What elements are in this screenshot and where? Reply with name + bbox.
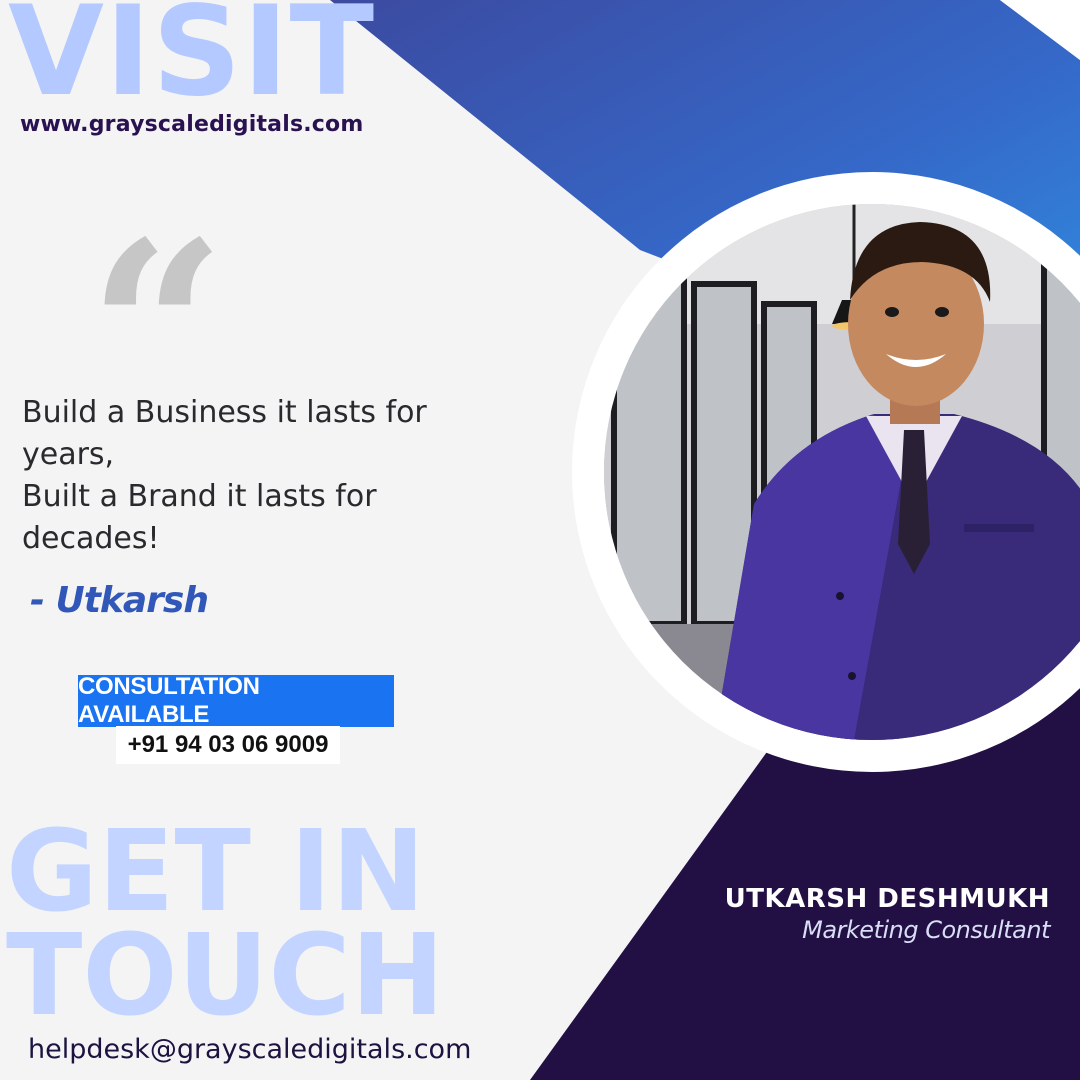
- quote-line: decades!: [22, 521, 160, 556]
- quote-author: - Utkarsh: [30, 580, 209, 621]
- person-info: UTKARSH DESHMUKH Marketing Consultant: [724, 884, 1051, 944]
- email-link[interactable]: helpdesk@grayscaledigitals.com: [28, 1034, 471, 1065]
- cta-line: GET IN: [6, 807, 426, 937]
- quote-line: years,: [22, 437, 115, 472]
- person-illustration: [604, 204, 1080, 740]
- visit-headline: VISIT: [8, 0, 376, 124]
- poster: VISIT www.grayscaledigitals.com “ Build …: [0, 0, 1080, 1080]
- quote-line: Built a Brand it lasts for: [22, 479, 377, 514]
- quote-text: Build a Business it lasts for years, Bui…: [22, 392, 522, 560]
- profile-photo: [604, 204, 1080, 740]
- phone-number[interactable]: +91 94 03 06 9009: [116, 726, 340, 764]
- consultation-badge[interactable]: CONSULTATION AVAILABLE: [78, 673, 394, 728]
- person-title: Marketing Consultant: [802, 916, 1050, 944]
- get-in-touch-headline: GET IN TOUCH: [6, 807, 445, 1041]
- person-name: UTKARSH DESHMUKH: [724, 884, 1050, 914]
- website-link[interactable]: www.grayscaledigitals.com: [20, 112, 364, 137]
- cta-line: TOUCH: [6, 911, 445, 1041]
- quote-line: Build a Business it lasts for: [22, 395, 427, 430]
